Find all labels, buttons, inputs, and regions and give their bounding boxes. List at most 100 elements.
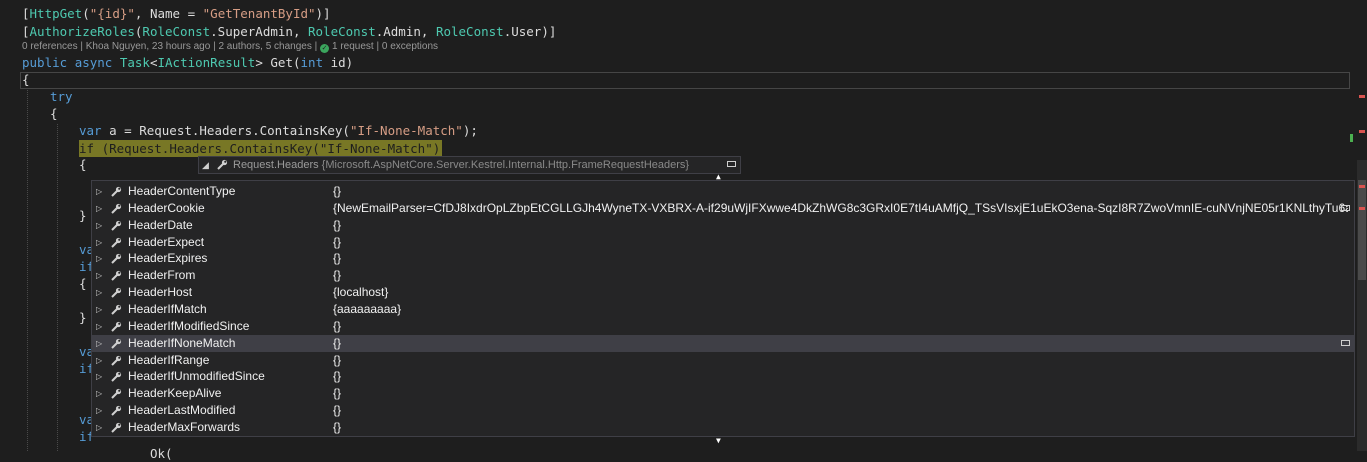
property-value[interactable]: {}	[333, 385, 1348, 402]
property-value[interactable]: {NewEmailParser=CfDJ8IxdrOpLZbpEtCGLLGJh…	[333, 200, 1348, 217]
property-value[interactable]: {}	[333, 217, 1348, 234]
wrench-property-icon	[111, 271, 122, 281]
expand-arrow-icon[interactable]: ▷	[96, 385, 102, 402]
datatip-row[interactable]: ▷ HeaderKeepAlive {}	[92, 385, 1354, 402]
scrollbar-thumb[interactable]	[1358, 180, 1366, 280]
expand-arrow-icon[interactable]: ▷	[96, 250, 102, 267]
expand-arrow-icon[interactable]: ◢	[202, 157, 209, 173]
code-line-try-brace[interactable]: {	[50, 105, 58, 122]
code-fragment: Ok(	[150, 446, 173, 461]
property-value[interactable]: {aaaaaaaaa}	[333, 301, 1348, 318]
property-value[interactable]: {}	[333, 419, 1348, 436]
code-line-var-a[interactable]: var a = Request.Headers.ContainsKey("If-…	[79, 122, 478, 139]
change-marker	[1350, 134, 1353, 142]
property-value[interactable]: {}	[333, 234, 1348, 251]
property-value[interactable]: {}	[333, 318, 1348, 335]
property-name: HeaderExpires	[128, 251, 208, 266]
property-value[interactable]: {}	[333, 267, 1348, 284]
pin-icon[interactable]	[1341, 204, 1350, 211]
wrench-property-icon	[111, 372, 122, 383]
expand-arrow-icon[interactable]: ▷	[96, 267, 102, 284]
datatip-row[interactable]: ▷ HeaderExpires {}	[92, 250, 1354, 267]
datatip-expression: Request.Headers {Microsoft.AspNetCore.Se…	[233, 159, 690, 171]
datatip-row[interactable]: ▷ HeaderIfNoneMatch {}	[92, 334, 1354, 352]
error-marker	[1359, 95, 1365, 98]
error-marker	[1359, 207, 1365, 210]
expand-arrow-icon[interactable]: ▷	[96, 301, 102, 318]
property-value[interactable]: {}	[333, 402, 1348, 419]
code-fragment: }	[79, 310, 87, 325]
property-value[interactable]: {}	[333, 335, 1348, 352]
code-fragment: }	[79, 208, 87, 223]
property-name: HeaderDate	[128, 217, 193, 232]
property-name: HeaderKeepAlive	[128, 386, 222, 401]
expand-arrow-icon[interactable]: ▷	[96, 217, 102, 234]
expand-arrow-icon[interactable]: ▷	[96, 284, 102, 301]
datatip-panel[interactable]: ▷ HeaderContentType {} ▷ HeaderCookie {NewEma…	[91, 180, 1355, 437]
property-name: HeaderExpect	[128, 234, 205, 249]
property-name: HeaderIfUnmodifiedSince	[128, 369, 265, 384]
code-fragment: {	[79, 157, 87, 172]
expand-arrow-icon[interactable]: ▷	[96, 234, 102, 251]
wrench-property-icon	[217, 159, 228, 170]
property-name: HeaderIfRange	[128, 352, 210, 367]
codelens-changes[interactable]: 2 authors, 5 changes	[218, 41, 311, 52]
code-line-authorize[interactable]: [AuthorizeRoles(RoleConst.SuperAdmin, Ro…	[22, 23, 556, 40]
wrench-property-icon	[111, 321, 122, 332]
wrench-property-icon	[111, 389, 122, 399]
wrench-property-icon	[111, 287, 122, 298]
datatip-row[interactable]: ▷ HeaderContentType {}	[92, 183, 1354, 200]
wrench-property-icon	[111, 355, 122, 366]
property-value[interactable]: {}	[333, 250, 1348, 267]
datatip-row[interactable]: ▷ HeaderIfRange {}	[92, 352, 1354, 369]
property-name: HeaderIfMatch	[128, 301, 207, 316]
code-fragment: {	[79, 276, 87, 291]
datatip-row[interactable]: ▷ HeaderIfMatch {aaaaaaaaa}	[92, 301, 1354, 318]
expand-arrow-icon[interactable]: ▷	[96, 318, 102, 335]
property-value[interactable]: {}	[333, 352, 1348, 369]
property-value[interactable]: {}	[333, 183, 1348, 200]
indent-guide	[27, 90, 28, 451]
expand-arrow-icon[interactable]: ▷	[96, 183, 102, 200]
datatip-row[interactable]: ▷ HeaderMaxForwards {}	[92, 419, 1354, 436]
wrench-property-icon	[111, 304, 122, 315]
codelens-author[interactable]: Khoa Nguyen, 23 hours ago	[86, 41, 211, 52]
scroll-down-icon[interactable]: ▼	[716, 436, 721, 445]
datatip-row[interactable]: ▷ HeaderDate {}	[92, 217, 1354, 234]
expand-arrow-icon[interactable]: ▷	[96, 200, 102, 217]
property-name: HeaderIfModifiedSince	[128, 318, 250, 333]
expand-arrow-icon[interactable]: ▷	[96, 419, 102, 436]
wrench-property-icon	[111, 237, 122, 248]
expand-arrow-icon[interactable]: ▷	[96, 335, 102, 352]
code-line-if[interactable]: if (Request.Headers.ContainsKey("If-None…	[79, 140, 448, 157]
datatip-row[interactable]: ▷ HeaderCookie {NewEmailParser=CfDJ8IxdrOp…	[92, 200, 1354, 217]
property-name: HeaderLastModified	[128, 403, 236, 418]
datatip-row[interactable]: ▷ HeaderFrom {}	[92, 267, 1354, 284]
codelens-exceptions[interactable]: 0 exceptions	[382, 41, 438, 52]
datatip-row[interactable]: ▷ HeaderHost {localhost}	[92, 284, 1354, 301]
expand-arrow-icon[interactable]: ▷	[96, 402, 102, 419]
pin-icon[interactable]	[727, 161, 736, 167]
property-value[interactable]: {localhost}	[333, 284, 1348, 301]
expand-arrow-icon[interactable]: ▷	[96, 352, 102, 369]
pin-icon[interactable]	[1341, 339, 1350, 346]
error-marker	[1359, 185, 1365, 188]
code-line-signature[interactable]: public async Task<IActionResult> Get(int…	[22, 54, 353, 71]
datatip-row[interactable]: ▷ HeaderIfModifiedSince {}	[92, 318, 1354, 335]
wrench-property-icon	[111, 254, 122, 265]
datatip-row[interactable]: ▷ HeaderIfUnmodifiedSince {}	[92, 368, 1354, 385]
datatip-row[interactable]: ▷ HeaderLastModified {}	[92, 402, 1354, 419]
property-value[interactable]: {}	[333, 368, 1348, 385]
datatip-header[interactable]: ◢ Request.Headers {Microsoft.AspNetCore.…	[198, 156, 741, 174]
codelens-requests[interactable]: 1 request	[332, 41, 374, 52]
expand-arrow-icon[interactable]: ▷	[96, 368, 102, 385]
wrench-property-icon	[111, 338, 122, 349]
code-line-httpget[interactable]: [HttpGet("{id}", Name = "GetTenantById")…	[22, 5, 331, 22]
wrench-property-icon	[111, 405, 122, 416]
code-line-brace[interactable]: {	[22, 71, 30, 88]
code-line-try[interactable]: try	[50, 88, 73, 105]
datatip-row[interactable]: ▷ HeaderExpect {}	[92, 234, 1354, 251]
property-name: HeaderIfNoneMatch	[128, 335, 236, 350]
check-circle-icon: ✓	[320, 44, 330, 53]
codelens-references[interactable]: 0 references	[22, 41, 78, 52]
